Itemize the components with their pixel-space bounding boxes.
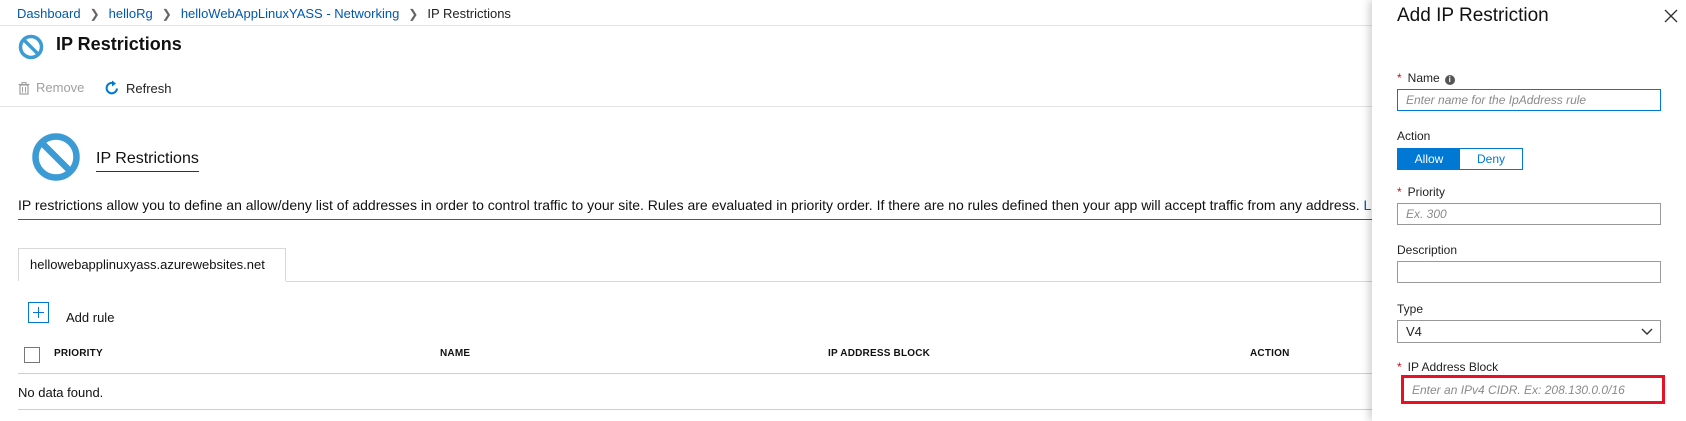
deny-option[interactable]: Deny <box>1460 149 1522 169</box>
divider <box>0 25 1372 26</box>
add-rule-label: Add rule <box>66 310 115 325</box>
select-all-checkbox[interactable] <box>24 347 40 363</box>
page-title: IP Restrictions <box>56 34 182 54</box>
divider <box>18 373 1372 374</box>
divider <box>0 106 1372 107</box>
remove-label: Remove <box>36 80 85 95</box>
type-select[interactable]: V4 <box>1397 320 1661 343</box>
chevron-down-icon <box>1641 328 1653 335</box>
remove-button[interactable]: Remove <box>18 80 84 95</box>
ip-address-block-label-text: IP Address Block <box>1407 360 1499 374</box>
action-label: Action <box>1397 129 1431 143</box>
column-action[interactable]: ACTION <box>1250 348 1290 359</box>
info-icon[interactable]: i <box>1444 75 1455 85</box>
name-label-text: Name <box>1407 71 1440 85</box>
description-text: IP restrictions allow you to define an a… <box>18 197 1371 213</box>
priority-label-text: Priority <box>1407 185 1446 199</box>
table-header: PRIORITY NAME IP ADDRESS BLOCK ACTION <box>18 343 1372 373</box>
required-indicator: * <box>1397 360 1402 374</box>
empty-table-message: No data found. <box>18 385 104 400</box>
tab-site[interactable]: hellowebapplinuxyass.azurewebsites.net <box>18 248 286 281</box>
divider <box>18 409 1372 410</box>
main-content: Dashboard ❯ helloRg ❯ helloWebAppLinuxYASS -… <box>0 0 1372 421</box>
priority-label: * Priority <box>1397 185 1445 199</box>
refresh-icon <box>105 80 118 95</box>
learn-more-link[interactable]: L <box>1363 197 1371 213</box>
breadcrumb-current: IP Restrictions <box>427 6 511 21</box>
no-entry-icon <box>18 34 44 60</box>
action-toggle: Allow Deny <box>1397 148 1523 170</box>
column-name[interactable]: NAME <box>440 348 470 359</box>
ip-address-block-label: * IP Address Block <box>1397 360 1498 374</box>
priority-input[interactable] <box>1397 203 1661 225</box>
chevron-right-icon: ❯ <box>408 7 419 21</box>
no-entry-icon <box>32 133 80 181</box>
refresh-label: Refresh <box>126 81 172 96</box>
section-title: IP Restrictions <box>96 150 199 172</box>
breadcrumb: Dashboard ❯ helloRg ❯ helloWebAppLinuxYASS -… <box>17 6 511 21</box>
trash-icon <box>18 82 30 95</box>
add-ip-restriction-panel: Add IP Restriction * Namei Action Allow D… <box>1372 0 1686 421</box>
description-body: IP restrictions allow you to define an a… <box>18 197 1360 213</box>
type-label: Type <box>1397 302 1424 316</box>
required-indicator: * <box>1397 71 1402 85</box>
panel-title: Add IP Restriction <box>1397 5 1549 26</box>
type-value: V4 <box>1406 324 1422 339</box>
allow-option[interactable]: Allow <box>1398 149 1460 169</box>
column-priority[interactable]: PRIORITY <box>54 348 103 359</box>
ip-address-block-input[interactable] <box>1401 375 1665 404</box>
breadcrumb-networking[interactable]: helloWebAppLinuxYASS - Networking <box>181 6 399 21</box>
column-ip-address-block[interactable]: IP ADDRESS BLOCK <box>828 348 930 359</box>
chevron-right-icon: ❯ <box>161 7 172 21</box>
name-label: * Name i <box>1397 71 1455 85</box>
description-label: Description <box>1397 243 1458 257</box>
refresh-button[interactable]: Refresh <box>104 80 172 96</box>
description-input[interactable] <box>1397 261 1661 283</box>
chevron-right-icon: ❯ <box>89 7 100 21</box>
plus-icon <box>28 302 49 323</box>
breadcrumb-dashboard[interactable]: Dashboard <box>17 6 81 21</box>
tab-divider <box>286 281 1372 282</box>
name-input[interactable] <box>1397 89 1661 111</box>
close-icon[interactable] <box>1662 7 1680 25</box>
breadcrumb-resource-group[interactable]: helloRg <box>109 6 153 21</box>
divider <box>18 219 1372 220</box>
required-indicator: * <box>1397 185 1402 199</box>
